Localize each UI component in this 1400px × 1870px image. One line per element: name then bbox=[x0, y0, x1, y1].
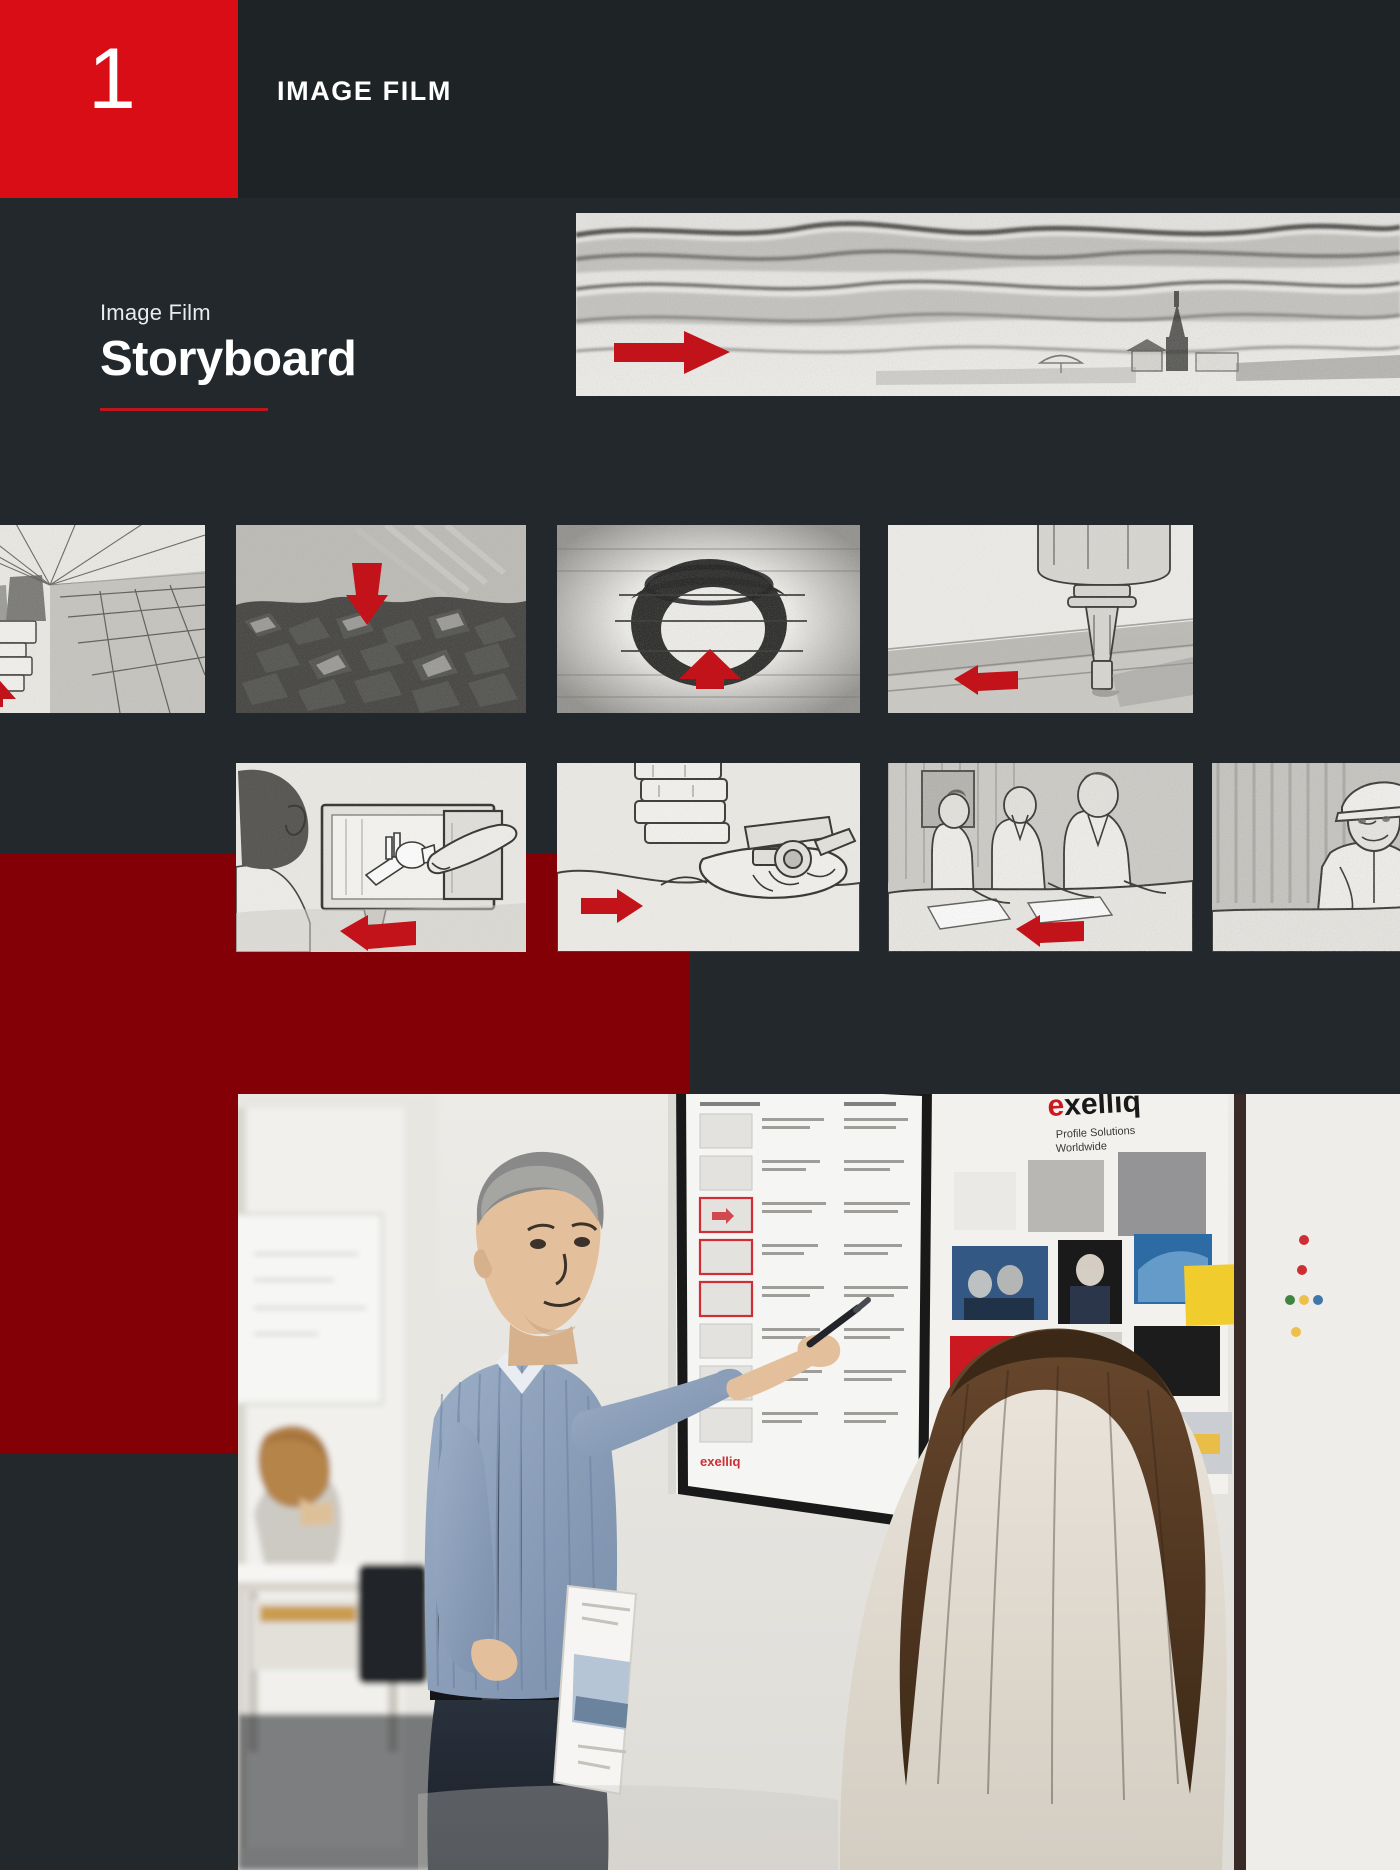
storyboard-frame-1 bbox=[0, 525, 205, 713]
frame-4-arrow-left-icon bbox=[954, 665, 1018, 695]
section-number: 1 bbox=[88, 31, 136, 127]
panorama-frame bbox=[576, 213, 1400, 396]
title-block: Image Film Storyboard bbox=[100, 300, 530, 411]
frame-2-arrow-down-icon bbox=[346, 563, 388, 625]
frame-4-sketch bbox=[888, 525, 1193, 713]
storyboard-frame-8 bbox=[1212, 763, 1400, 952]
storyboard-frame-3 bbox=[557, 525, 860, 713]
section-number-tile: 1 bbox=[0, 0, 238, 198]
storyboard-frame-7 bbox=[888, 763, 1193, 952]
main-photo-scene: exelliq exelliq Profile Solutions Worldw… bbox=[238, 1094, 1400, 1870]
frame-1-sketch bbox=[0, 525, 205, 713]
frame-8-sketch bbox=[1212, 763, 1400, 952]
storyboard-frame-5 bbox=[236, 763, 526, 952]
frame-3-arrow-up-icon bbox=[679, 649, 741, 689]
page-title: Storyboard bbox=[100, 332, 357, 386]
frame-6-arrow-right-icon bbox=[581, 889, 643, 923]
frame-5-arrow-left-icon bbox=[340, 915, 416, 951]
panorama-arrow-right-icon bbox=[614, 331, 730, 374]
frame-7-arrow-left-icon bbox=[1016, 915, 1084, 947]
frame-1-arrow-up-icon bbox=[0, 680, 16, 707]
header-title: IMAGE FILM bbox=[277, 76, 452, 106]
title-underline-rule bbox=[100, 407, 268, 411]
main-photo: exelliq exelliq Profile Solutions Worldw… bbox=[238, 1094, 1400, 1870]
storyboard-frame-2 bbox=[236, 525, 526, 713]
storyboard-frame-4 bbox=[888, 525, 1193, 713]
frame-6-sketch bbox=[557, 763, 860, 952]
title-eyebrow: Image Film bbox=[100, 300, 211, 325]
storyboard-frame-6 bbox=[557, 763, 860, 952]
